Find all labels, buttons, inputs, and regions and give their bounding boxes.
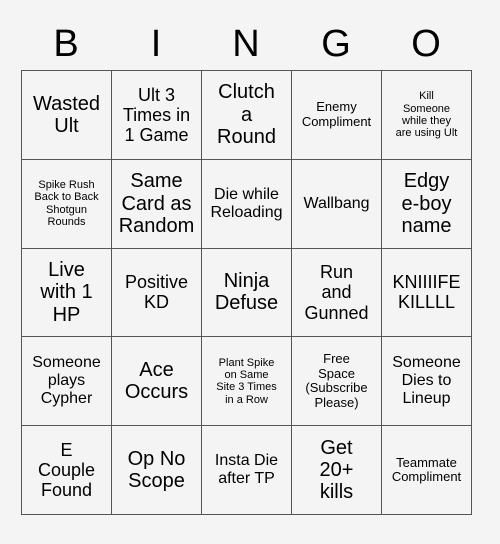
bingo-header-letter-b: B	[53, 23, 79, 65]
bingo-cell-r1-c4[interactable]: Enemy Compliment	[292, 71, 382, 160]
bingo-header-letter-g: G	[321, 23, 351, 65]
bingo-cell-label: Insta Die after TP	[214, 452, 279, 488]
bingo-cell-r2-c3[interactable]: Die while Reloading	[202, 159, 292, 249]
bingo-cell-label: Free Space (Subscribe Please)	[305, 351, 368, 410]
bingo-grid: Wasted Ult Ult 3 Times in 1 Game Clutch a …	[21, 70, 472, 515]
bingo-cell-r4-c2[interactable]: Ace Occurs	[112, 337, 202, 427]
bingo-cell-label: Teammate Compliment	[391, 454, 462, 485]
bingo-cell-free-space[interactable]: Plant Spike on Same Site 3 Times in a Ro…	[202, 337, 292, 427]
bingo-cell-r1-c5[interactable]: Kill Someone while they are using Ult	[382, 71, 472, 160]
bingo-cell-r3-c2[interactable]: Positive KD	[112, 248, 202, 338]
bingo-header-letter-o: O	[411, 23, 441, 65]
bingo-cell-r2-c4[interactable]: Wallbang	[292, 159, 382, 249]
bingo-cell-r1-c2[interactable]: Ult 3 Times in 1 Game	[112, 71, 202, 160]
bingo-cell-r2-c5[interactable]: Edgy e-boy name	[382, 159, 472, 249]
bingo-cell-label: Get 20+ kills	[319, 436, 354, 504]
bingo-cell-label: Kill Someone while they are using Ult	[395, 90, 458, 140]
bingo-cell-label: Run and Gunned	[304, 262, 369, 323]
bingo-cell-r4-c5[interactable]: Someone Dies to Lineup	[382, 337, 472, 427]
bingo-cell-label: Plant Spike on Same Site 3 Times in a Ro…	[216, 356, 277, 406]
bingo-cell-r4-c1[interactable]: Someone plays Cypher	[22, 337, 112, 427]
bingo-cell-label: E Couple Found	[37, 439, 96, 501]
bingo-header-letter-i: I	[150, 23, 162, 65]
bingo-cell-label: Ace Occurs	[124, 358, 189, 404]
bingo-cell-r3-c5[interactable]: KNIIIIFE KILLLL	[382, 248, 472, 338]
bingo-cell-label: Someone Dies to Lineup	[392, 354, 461, 408]
bingo-cell-label: KNIIIIFE KILLLL	[392, 272, 461, 313]
bingo-header-letter-n: N	[232, 23, 260, 65]
bingo-cell-label: Wasted Ult	[32, 92, 101, 137]
bingo-cell-r1-c1[interactable]: Wasted Ult	[22, 71, 112, 160]
bingo-cell-label: Wallbang	[303, 194, 370, 212]
bingo-cell-r1-c3[interactable]: Clutch a Round	[202, 71, 292, 160]
bingo-cell-r2-c1[interactable]: Spike Rush Back to Back Shotgun Rounds	[22, 159, 112, 249]
bingo-cell-label: Op No Scope	[127, 447, 186, 493]
bingo-cell-r5-c5[interactable]: Teammate Compliment	[382, 426, 472, 515]
bingo-cell-label: Enemy Compliment	[301, 99, 372, 129]
bingo-cell-r3-c3[interactable]: Ninja Defuse	[202, 248, 292, 338]
bingo-cell-r5-c1[interactable]: E Couple Found	[22, 426, 112, 515]
bingo-cell-label: Ult 3 Times in 1 Game	[122, 84, 191, 145]
bingo-cell-label: Someone plays Cypher	[32, 354, 101, 408]
bingo-cell-r5-c4[interactable]: Get 20+ kills	[292, 426, 382, 515]
bingo-cell-label: Ninja Defuse	[214, 270, 279, 315]
bingo-cell-r3-c1[interactable]: Live with 1 HP	[22, 248, 112, 338]
bingo-cell-label: Edgy e-boy name	[401, 170, 452, 237]
bingo-cell-r5-c2[interactable]: Op No Scope	[112, 426, 202, 515]
bingo-cell-r3-c4[interactable]: Run and Gunned	[292, 248, 382, 338]
bingo-card: B I N G O Wasted Ult Ult 3 Times in 1 Game Clu…	[0, 0, 500, 544]
bingo-cell-label: Same Card as Random	[118, 170, 195, 237]
bingo-cell-r2-c2[interactable]: Same Card as Random	[112, 159, 202, 249]
bingo-cell-r4-c4[interactable]: Free Space (Subscribe Please)	[292, 337, 382, 427]
bingo-cell-label: Die while Reloading	[210, 185, 283, 221]
bingo-cell-label: Clutch a Round	[217, 81, 276, 149]
bingo-header-letters: BINGO	[21, 18, 471, 70]
bingo-cell-label: Live with 1 HP	[40, 258, 93, 326]
bingo-cell-r5-c3[interactable]: Insta Die after TP	[202, 426, 292, 515]
bingo-cell-label: Spike Rush Back to Back Shotgun Rounds	[34, 179, 99, 228]
bingo-cell-label: Positive KD	[124, 272, 189, 313]
